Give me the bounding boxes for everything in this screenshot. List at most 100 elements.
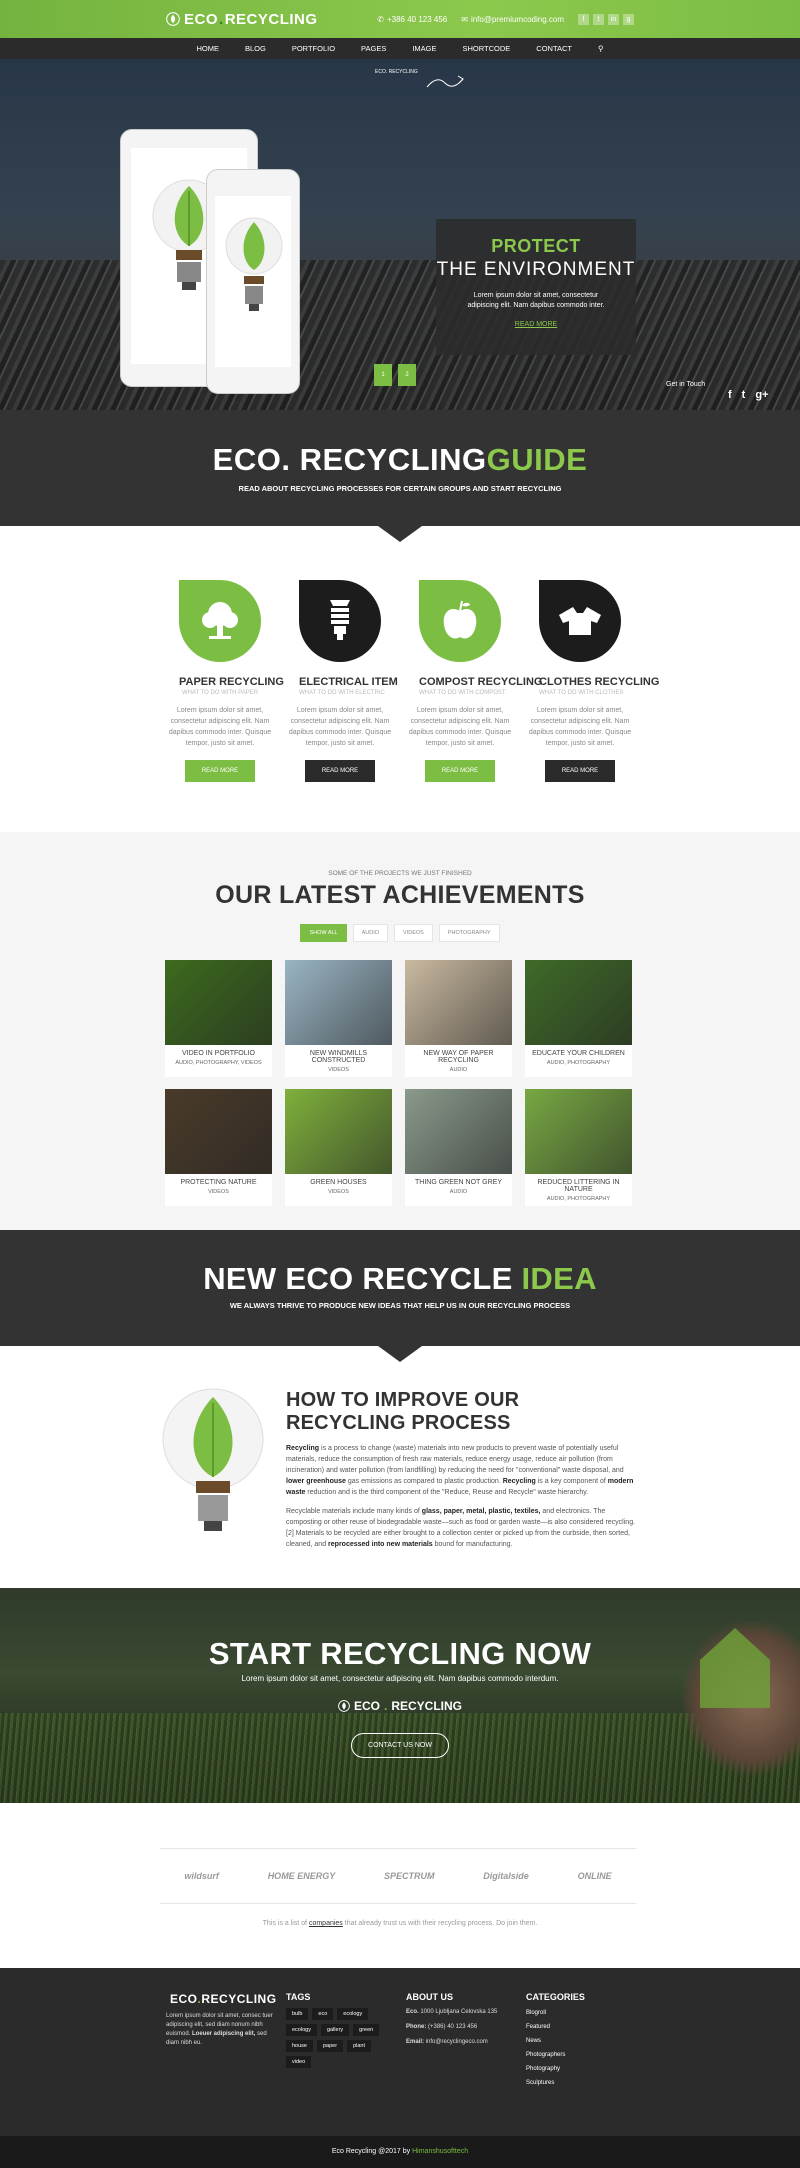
partner-logo-home-energy[interactable]: HOME ENERGY — [268, 1871, 336, 1881]
text-run: reduction and is the third component of … — [305, 1489, 589, 1496]
portfolio-item[interactable]: VIDEO IN PORTFOLIO AUDIO, PHOTOGRAPHY, VI… — [165, 960, 272, 1077]
tag[interactable]: house — [286, 2040, 313, 2052]
tags-title: TAGS — [286, 1992, 311, 2002]
nav-shortcode[interactable]: SHORTCODE — [463, 44, 511, 53]
card-subtitle: WHAT TO DO WITH PAPER — [181, 690, 259, 696]
portfolio-item[interactable]: REDUCED LITTERING IN NATURE AUDIO, PHOTOG… — [525, 1089, 632, 1206]
guide-title-a: ECO. RECYCLING — [212, 442, 487, 477]
card-title: ELECTRICAL ITEM — [299, 676, 398, 688]
portfolio-item[interactable]: GREEN HOUSES VIDEOS — [285, 1089, 392, 1206]
google-plus-icon[interactable]: g+ — [755, 389, 768, 401]
portfolio-cats: AUDIO, PHOTOGRAPHY — [546, 1196, 611, 1202]
site-logo[interactable]: ECO. RECYCLING — [166, 11, 318, 28]
search-icon[interactable]: ⚲ — [598, 44, 604, 53]
improve-content: HOW TO IMPROVE OUR RECYCLING PROCESS Rec… — [286, 1389, 636, 1550]
tag[interactable]: green — [353, 2024, 380, 2036]
read-more-button[interactable]: READ MORE — [425, 760, 495, 782]
category-link[interactable]: Blogroll — [526, 2010, 585, 2016]
slider-pagination: 1 2 — [374, 364, 416, 386]
read-more-button[interactable]: READ MORE — [185, 760, 255, 782]
portfolio-item[interactable]: THING GREEN NOT GREY AUDIO — [405, 1089, 512, 1206]
tag[interactable]: gallery — [320, 2024, 350, 2036]
start-recycling-section: START RECYCLING NOW Lorem ipsum dolor si… — [0, 1588, 800, 1803]
filter-photography[interactable]: PHOTOGRAPHY — [438, 924, 500, 942]
promo-title-1: PROTECT — [491, 236, 581, 256]
main-nav: HOME BLOG PORTFOLIO PAGES IMAGE SHORTCOD… — [0, 38, 800, 59]
slide-dot-1[interactable]: 1 — [374, 364, 392, 386]
portfolio-item[interactable]: EDUCATE YOUR CHILDREN AUDIO, PHOTOGRAPHY — [525, 960, 632, 1077]
nav-home[interactable]: HOME — [196, 44, 219, 53]
nav-pages[interactable]: PAGES — [361, 44, 386, 53]
portfolio-cats: VIDEOS — [328, 1067, 349, 1073]
tag[interactable]: ecology — [286, 2024, 317, 2036]
arrow-doodle-icon — [426, 75, 464, 88]
achievements-kicker: SOME OF THE PROJECTS WE JUST FINISHED — [328, 870, 472, 877]
get-in-touch-label[interactable]: Get in Touch — [666, 381, 705, 388]
text-run: (+386) 40 123 456 — [426, 2024, 478, 2030]
footer-email[interactable]: Email: info@recyclingeco.com — [406, 2038, 526, 2047]
linkedin-icon[interactable]: in — [608, 13, 619, 25]
nav-blog[interactable]: BLOG — [245, 44, 266, 53]
nav-contact[interactable]: CONTACT — [536, 44, 572, 53]
achievements-title: OUR LATEST ACHIEVEMENTS — [215, 881, 585, 909]
twitter-icon[interactable]: t — [742, 389, 746, 401]
portfolio-item[interactable]: PROTECTING NATURE VIDEOS — [165, 1089, 272, 1206]
tag[interactable]: paper — [317, 2040, 344, 2052]
nav-image[interactable]: IMAGE — [412, 44, 436, 53]
mail-icon: ✉ — [461, 14, 468, 24]
filter-videos[interactable]: VIDEOS — [394, 924, 433, 942]
category-link[interactable]: Sculptures — [526, 2080, 585, 2086]
card-paper: PAPER RECYCLING WHAT TO DO WITH PAPER Lo… — [169, 580, 284, 832]
text-run: is a process to change (waste) materials… — [286, 1445, 624, 1474]
tag[interactable]: eco — [312, 2008, 334, 2020]
lightbulb-icon — [225, 217, 283, 311]
logo-dot: . — [384, 1699, 388, 1713]
partner-logo-spectrum[interactable]: SPECTRUM — [384, 1871, 435, 1881]
filter-audio[interactable]: AUDIO — [352, 924, 389, 942]
footer-about-col: ECO. RECYCLING Lorem ipsum dolor sit amet… — [166, 1992, 276, 2048]
read-more-button[interactable]: READ MORE — [305, 760, 375, 782]
category-link[interactable]: Photography — [526, 2066, 585, 2072]
category-link[interactable]: Featured — [526, 2024, 585, 2030]
tag[interactable]: plant — [347, 2040, 372, 2052]
category-link[interactable]: News — [526, 2038, 585, 2044]
portfolio-item[interactable]: NEW WINDMILLS CONSTRUCTED VIDEOS — [285, 960, 392, 1077]
start-title: START RECYCLING NOW — [208, 1636, 592, 1671]
phone-icon: ✆ — [377, 14, 384, 24]
card-text: Lorem ipsum dolor sit amet, consectetur … — [168, 707, 272, 747]
promo-read-more[interactable]: READ MORE — [436, 321, 636, 328]
partner-logo-wildsurf[interactable]: wildsurf — [184, 1871, 219, 1881]
text-run: This is a list of — [262, 1920, 309, 1927]
tag[interactable]: bulb — [286, 2008, 309, 2020]
read-more-button[interactable]: READ MORE — [545, 760, 615, 782]
partner-logo-digitalside[interactable]: Digitalside — [483, 1871, 529, 1881]
tag[interactable]: video — [286, 2056, 312, 2068]
portfolio-cats: AUDIO — [449, 1189, 468, 1195]
guide-band: ECO. RECYCLINGGUIDE READ ABOUT RECYCLING… — [0, 410, 800, 542]
google-icon[interactable]: g — [623, 13, 634, 25]
idea-band: NEW ECO RECYCLE IDEA WE ALWAYS THRIVE TO… — [0, 1230, 800, 1362]
twitter-icon[interactable]: t — [593, 13, 604, 25]
portfolio-cats: AUDIO, PHOTOGRAPHY — [546, 1060, 611, 1066]
topbar-email[interactable]: ✉ info@premiumcoding.com — [461, 15, 564, 24]
nav-portfolio[interactable]: PORTFOLIO — [292, 44, 335, 53]
improve-title: HOW TO IMPROVE OUR RECYCLING PROCESS — [286, 1389, 520, 1434]
text-run: that already trust us with their recycli… — [342, 1920, 538, 1927]
logo-text-a: ECO — [353, 1699, 380, 1713]
slide-dot-2[interactable]: 2 — [398, 364, 416, 386]
category-link[interactable]: Photographers — [526, 2052, 585, 2058]
idea-title: NEW ECO RECYCLE IDEA — [0, 1261, 800, 1297]
facebook-icon[interactable]: f — [578, 13, 589, 25]
promo-title-2: THE ENVIRONMENT — [436, 259, 636, 280]
tag[interactable]: ecology — [337, 2008, 369, 2020]
footer-logo[interactable]: ECO. RECYCLING — [166, 1992, 276, 2006]
facebook-icon[interactable]: f — [728, 389, 732, 401]
phone-device — [206, 169, 300, 394]
portfolio-image — [405, 1089, 512, 1174]
filter-show-all[interactable]: SHOW ALL — [300, 924, 347, 942]
companies-link[interactable]: companies — [309, 1920, 343, 1927]
partner-logo-online[interactable]: ONLINE — [578, 1871, 612, 1881]
contact-us-button[interactable]: CONTACT US NOW — [351, 1733, 449, 1758]
portfolio-item[interactable]: NEW WAY OF PAPER RECYCLING AUDIO — [405, 960, 512, 1077]
card-title: COMPOST RECYCLING — [419, 676, 543, 688]
